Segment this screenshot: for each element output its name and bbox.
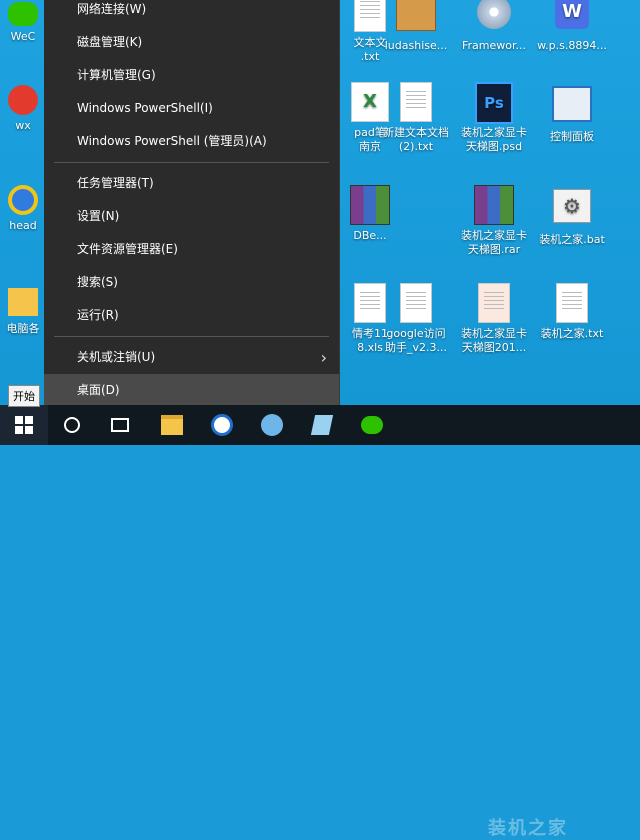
chevron-right-icon: › [320,348,327,367]
desktop-icon-label: w.p.s.8894... [537,39,607,52]
desktop-icon-label: 装机之家.txt [540,327,604,340]
desktop-icon[interactable]: Framewor... [454,0,534,53]
rar-archive-icon [350,185,390,225]
winx-context-menu: 网络连接(W) 磁盘管理(K) 计算机管理(G) Windows PowerSh… [44,0,340,415]
batch-file-icon: ⚙ [552,189,592,229]
browser-icon [261,414,283,436]
photoshop-icon: Ps [474,82,514,124]
wechat-button[interactable] [350,405,394,445]
notes-button[interactable] [300,405,344,445]
desktop-icon[interactable]: Ps 装机之家显卡 天梯图.psd [454,82,534,154]
menu-separator [54,336,329,337]
menu-item-search[interactable]: 搜索(S) [44,266,339,299]
desktop-icon-label: 电脑各 [6,322,40,335]
desktop-icon[interactable]: 电脑各 [0,288,46,336]
desktop-icon[interactable]: google访问 助手_v2.3... [376,283,456,355]
menu-item-network-connections[interactable]: 网络连接(W) [44,0,339,26]
taskbar: 装机之家 [0,405,640,839]
desktop-icon-label: Framewor... [461,39,526,52]
desktop-icon-label: 控制面板 [550,130,594,143]
menu-item-settings[interactable]: 设置(N) [44,200,339,233]
desktop-icon[interactable]: head [0,185,46,232]
text-document-icon [396,283,436,323]
desktop-icon[interactable]: W w.p.s.8894... [532,0,612,53]
desktop-icon-label: 装机之家显卡 天梯图.psd [461,126,527,153]
text-document-icon [396,82,436,122]
folder-icon [8,288,38,316]
desktop-icon-label: 装机之家显卡 天梯图.rar [461,229,527,256]
desktop-icon-label: DBe... [353,229,387,242]
menu-item-run[interactable]: 运行(R) [44,299,339,332]
desktop-icon[interactable]: DBe... [330,185,410,243]
package-icon [396,0,436,35]
desktop-icon[interactable]: 控制面板 [532,82,612,144]
ie-icon [8,185,38,215]
menu-item-disk-management[interactable]: 磁盘管理(K) [44,26,339,59]
desktop-icon-label: WeC [10,30,36,43]
desktop-icon-label: 装机之家显卡 天梯图201... [461,327,527,354]
notes-icon [310,415,334,435]
cortana-search-icon [64,417,80,433]
watermark: 装机之家 [488,818,568,839]
sogou-button[interactable] [200,405,244,445]
desktop-icon[interactable]: 装机之家显卡 天梯图201... [454,283,534,355]
desktop-icon[interactable]: 新建文本文档 (2).txt [376,82,456,154]
task-view-icon [111,418,129,432]
text-document-icon [552,283,592,323]
desktop-icon[interactable]: wx [0,85,46,132]
rar-archive-icon [474,185,514,225]
desktop-icon[interactable]: 装机之家显卡 天梯图.rar [454,185,534,257]
cortana-search-button[interactable] [50,405,94,445]
menu-item-powershell-admin[interactable]: Windows PowerShell (管理员)(A) [44,125,339,158]
windows-logo-icon [15,416,33,434]
desktop-icon-label: 新建文本文档 (2).txt [383,126,449,153]
menu-item-powershell[interactable]: Windows PowerShell(I) [44,92,339,125]
wechat-icon [361,416,383,434]
desktop-icon-label: head [9,219,37,232]
desktop-icon-label: wx [15,119,31,132]
menu-separator [54,162,329,163]
file-explorer-button[interactable] [150,405,194,445]
menu-item-shutdown-signout[interactable]: 关机或注销(U) › [44,341,339,374]
desktop-icon[interactable]: 装机之家.txt [532,283,612,341]
task-view-button[interactable] [98,405,142,445]
desktop-icon[interactable]: WeC [0,2,46,43]
image-icon [474,283,514,323]
menu-item-task-manager[interactable]: 任务管理器(T) [44,167,339,200]
menu-item-computer-management[interactable]: 计算机管理(G) [44,59,339,92]
disc-installer-icon [474,0,514,35]
wps-icon: W [552,0,592,35]
start-button[interactable] [0,405,48,445]
menu-item-label: 关机或注销(U) [77,350,156,364]
desktop-icon-label: 装机之家.bat [539,233,605,246]
browser-button[interactable] [250,405,294,445]
wechat-icon [8,2,38,26]
menu-item-desktop[interactable]: 桌面(D) [44,374,339,407]
desktop-icon[interactable]: ludashise... [376,0,456,53]
control-panel-icon [552,86,592,126]
file-explorer-icon [161,415,183,435]
desktop-icon[interactable]: ⚙ 装机之家.bat [532,185,612,247]
desktop-icon-label: ludashise... [384,39,448,52]
mascot-icon [8,85,38,115]
sogou-icon [211,414,233,436]
start-tooltip: 开始 [8,385,40,407]
menu-item-file-explorer[interactable]: 文件资源管理器(E) [44,233,339,266]
desktop-icon-label: google访问 助手_v2.3... [385,327,447,354]
